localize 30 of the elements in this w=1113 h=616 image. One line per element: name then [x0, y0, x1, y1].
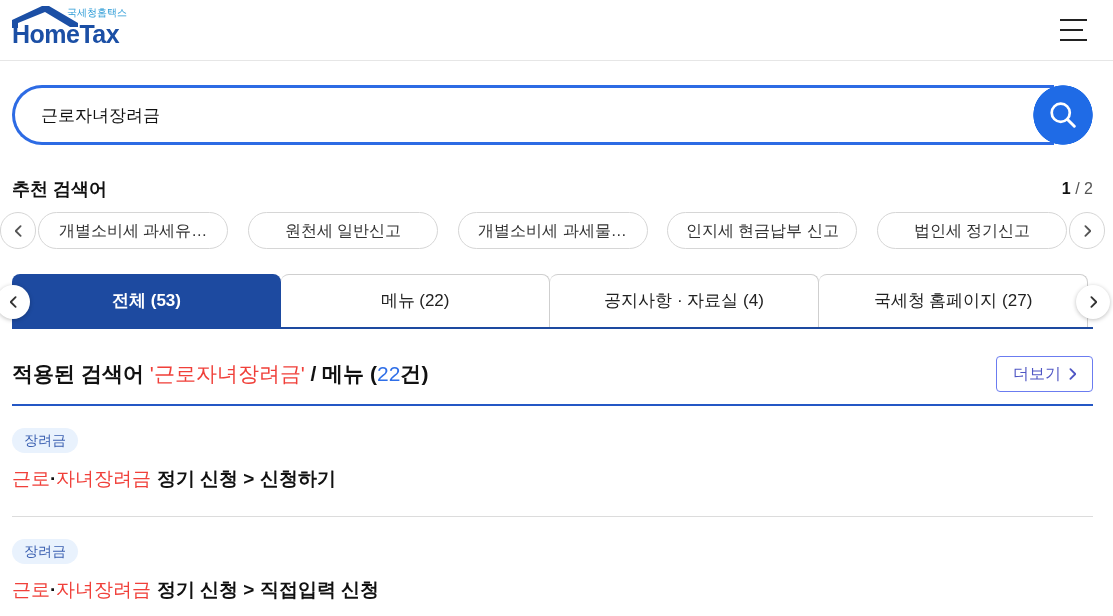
tab[interactable]: 공지사항 · 자료실 (4) [550, 274, 819, 327]
menu-icon[interactable] [1060, 19, 1087, 41]
result-link[interactable]: 근로·자녀장려금 정기 신청 > 직접입력 신청 [12, 577, 379, 603]
logo-subtitle: 국세청홈택스 [67, 7, 127, 19]
search-field[interactable]: 근로자녀장려금 [12, 85, 1033, 145]
scroll-right-button[interactable] [1069, 212, 1105, 249]
keyword-chip[interactable]: 개별소비세 과세유… [38, 212, 228, 249]
chevron-right-icon [1083, 224, 1091, 237]
chevron-right-icon [1069, 368, 1076, 380]
chevron-right-icon [1089, 296, 1097, 308]
result-link[interactable]: 근로·자녀장려금 정기 신청 > 신청하기 [12, 466, 336, 492]
page-indicator: 1 / 2 [1061, 179, 1093, 199]
tab[interactable]: 전체 (53) [12, 274, 281, 327]
tab[interactable]: 국세청 홈페이지 (27) [819, 274, 1088, 327]
section-title: 추천 검색어 [12, 178, 107, 201]
scroll-right-button[interactable] [1076, 285, 1110, 319]
keyword-chip[interactable]: 원천세 일반신고 [247, 212, 438, 249]
chevron-left-icon [14, 224, 22, 237]
category-tag: 장려금 [12, 539, 78, 564]
keyword-chip[interactable]: 인지세 현금납부 신고 [667, 212, 858, 249]
scroll-left-button[interactable] [0, 285, 30, 319]
more-button[interactable]: 더보기 [996, 356, 1093, 392]
search-icon [1050, 102, 1076, 128]
results-heading: 적용된 검색어 '근로자녀장려금' / 메뉴 (22건) [12, 361, 429, 387]
keyword-chip[interactable]: 법인세 정기신고 [877, 212, 1067, 249]
chevron-left-icon [9, 296, 17, 308]
category-tag: 장려금 [12, 428, 78, 453]
keyword-chip[interactable]: 개별소비세 과세물… [457, 212, 648, 249]
logo-text[interactable]: HomeTax [12, 21, 120, 47]
tab[interactable]: 메뉴 (22) [281, 274, 550, 327]
